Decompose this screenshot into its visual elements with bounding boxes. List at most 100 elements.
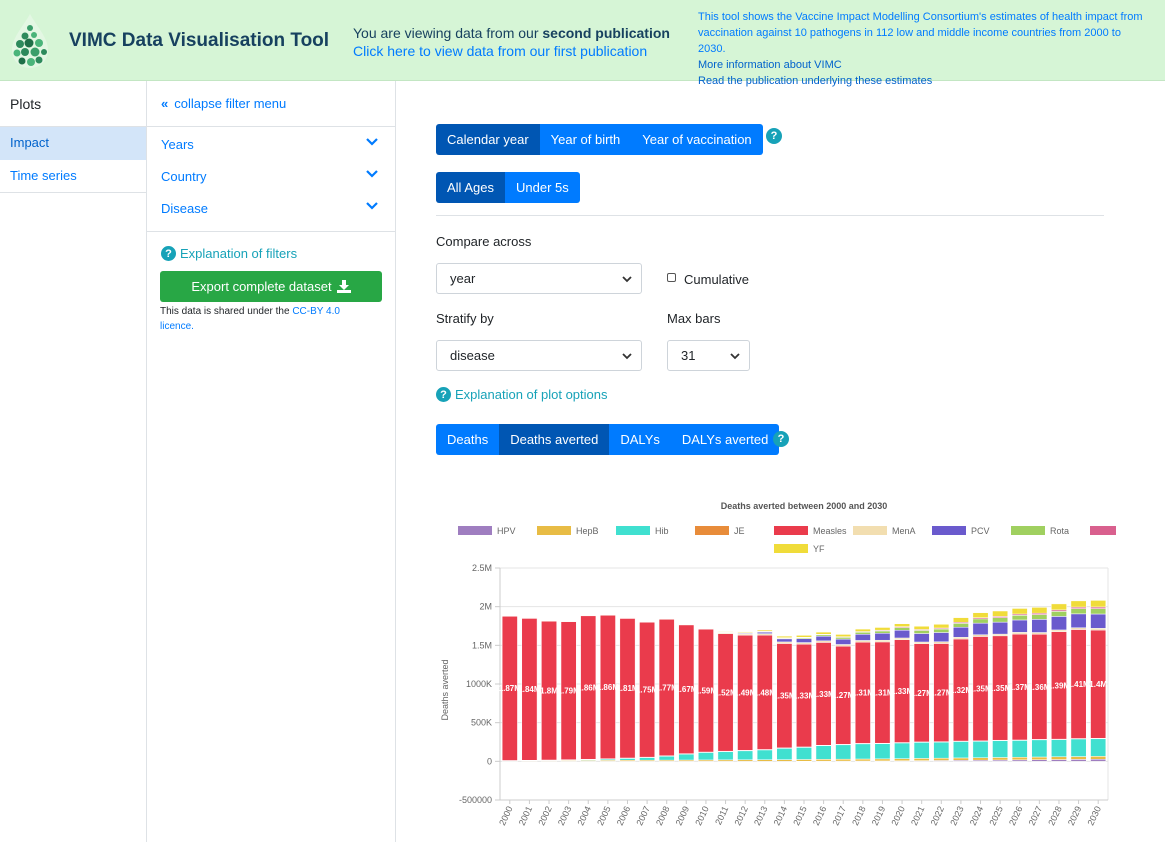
legend-label: HPV [497,526,516,536]
bar-yf-2017 [835,634,852,637]
export-dataset-button[interactable]: Export complete dataset [160,271,382,302]
bar-mena-2023 [953,637,969,640]
cumulative-checkbox[interactable] [667,273,676,282]
sidebar-item-impact[interactable]: Impact [0,127,146,160]
legend-swatch [853,526,887,535]
bar-rota-2026 [1011,615,1028,621]
x-tick-label: 2027 [1027,805,1045,827]
licence-note: This data is shared under the CC-BY 4.0 … [160,304,385,334]
x-tick-label: 2029 [1066,805,1084,827]
bar-hib-2029 [1070,738,1087,757]
bar-hepb-2026 [1011,756,1028,761]
bar-yf-2024 [972,612,989,618]
bar-hepb-2015 [796,759,812,762]
maxbars-select[interactable]: 31 [667,340,750,371]
bar-hpv-2029 [1070,759,1087,762]
bar-pcv-2020 [894,630,910,639]
bar-yf-2015 [796,635,812,638]
dalys-averted-button[interactable]: DALYs averted [670,424,780,455]
bar-pcv-2015 [796,638,812,643]
help-icon[interactable]: ? [773,431,789,447]
x-tick-label: 2000 [497,805,515,827]
bar-yf-2003 [560,620,577,622]
data-label: 1.8M [540,686,558,695]
bar-yf-2010 [698,627,714,629]
bar-mena-2030 [1090,628,1107,631]
filter-disease[interactable]: Disease [147,193,395,225]
stratify-value: disease [450,348,495,363]
stratify-label: Stratify by [436,311,494,326]
deaths-button[interactable]: Deaths [436,424,500,455]
bar-rota-2030 [1090,608,1107,615]
compare-select[interactable]: year [436,263,642,294]
year-of-vaccination-button[interactable]: Year of vaccination [631,124,763,155]
app-title: VIMC Data Visualisation Tool [69,30,330,51]
collapse-filter-button[interactable]: « collapse filter menu [147,81,395,127]
deaths-averted-button[interactable]: Deaths averted [499,424,610,455]
cc-by-link[interactable]: CC-BY 4.0 [292,306,340,317]
viewing-text: You are viewing data from our [353,25,543,41]
filter-years[interactable]: Years [147,129,395,161]
year-of-birth-button[interactable]: Year of birth [539,124,632,155]
viewing-bold: second publication [542,25,670,41]
licence-link[interactable]: licence. [160,321,194,332]
x-tick-label: 2002 [536,805,554,827]
dalys-button[interactable]: DALYs [609,424,671,455]
y-tick-label: -500000 [459,795,492,805]
data-label: 1.4M [1089,680,1107,689]
legend-swatch [774,544,808,553]
bar-hib-2012 [737,750,754,761]
cumulative-label: Cumulative [684,272,750,287]
bar-mena-2019 [874,639,891,643]
filter-country[interactable]: Country [147,161,395,193]
all-ages-button[interactable]: All Ages [436,172,505,203]
bar-rota-2017 [835,637,852,640]
legend-swatch [774,526,808,535]
bar-hib-2026 [1011,739,1028,758]
bar-rota-2024 [972,618,989,624]
bar-hepb-2029 [1070,756,1087,760]
first-publication-link[interactable]: Click here to view data from our first p… [353,42,670,60]
more-info-link[interactable]: More information about VIMC [698,57,1148,73]
bar-yf-2021 [913,625,930,630]
stratify-select[interactable]: disease [436,340,642,371]
bar-hepb-2023 [953,757,969,761]
question-icon: ? [436,387,451,402]
x-tick-label: 2030 [1085,805,1103,827]
bar-hepb-2027 [1031,756,1048,760]
bar-rota-2018 [854,632,871,635]
y-tick-label: 500K [471,718,492,728]
bar-yf-2006 [619,617,636,619]
bar-yf-2028 [1051,603,1067,611]
under-5s-button[interactable]: Under 5s [504,172,580,203]
double-chevron-left-icon: « [161,96,169,111]
y-tick-label: 1.5M [472,640,492,650]
sidebar-item-time-series[interactable]: Time series [0,160,146,193]
explain-filters-link[interactable]: ? Explanation of filters [161,246,395,261]
bar-hib-2009 [678,753,695,761]
legend-swatch [458,526,492,535]
bar-mena-2026 [1011,632,1028,635]
bar-pcv-2025 [992,621,1009,635]
bar-hepb-2021 [913,758,930,761]
help-icon[interactable]: ? [766,128,782,144]
bar-yf-2025 [992,610,1009,617]
bar-mena-2028 [1051,629,1067,632]
y-tick-label: 0 [487,756,492,766]
plots-sidebar: Plots Impact Time series [0,81,147,842]
bar-hepb-2020 [894,758,910,762]
licence-text: This data is shared under the [160,306,293,317]
explain-plot-link[interactable]: ? Explanation of plot options [436,387,608,402]
bar-mena-2022 [933,641,950,644]
x-tick-label: 2005 [595,805,613,827]
calendar-year-button[interactable]: Calendar year [436,124,540,155]
y-tick-label: 2.5M [472,563,492,573]
bar-hepb-2018 [854,758,871,762]
chevron-down-icon [622,276,632,283]
bar-hib-2027 [1031,739,1048,758]
app-header: VIMC Data Visualisation Tool You are vie… [0,0,1165,87]
x-tick-label: 2018 [850,805,868,827]
bar-mena-2027 [1031,632,1048,635]
bar-hib-2022 [933,741,950,759]
bar-rota-2021 [913,630,930,634]
